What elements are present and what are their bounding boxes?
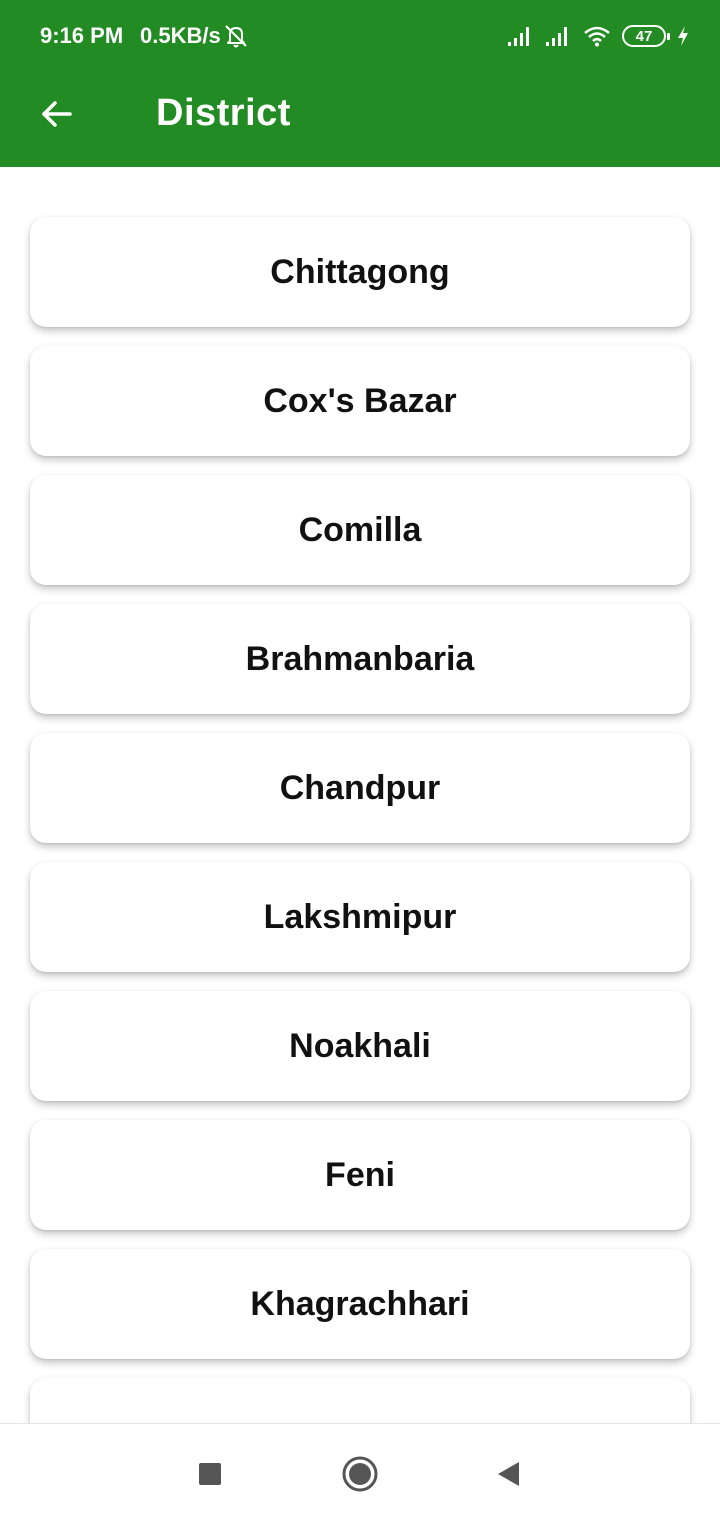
app-bar: District (0, 70, 720, 167)
district-label: Chandpur (279, 768, 441, 807)
district-item-feni[interactable]: Feni (30, 1120, 690, 1230)
home-button[interactable] (338, 1452, 382, 1496)
battery-level: 47 (635, 27, 653, 45)
district-item-chandpur[interactable]: Chandpur (30, 733, 690, 843)
page-title: District (156, 92, 291, 134)
district-item-coxs-bazar[interactable]: Cox's Bazar (30, 346, 690, 456)
district-label: Lakshmipur (263, 897, 457, 936)
district-label: Khagrachhari (250, 1284, 470, 1323)
status-time: 9:16 PM (40, 23, 124, 48)
back-button[interactable] (30, 88, 82, 140)
recents-button[interactable] (188, 1452, 232, 1496)
status-indicators: 47 (506, 22, 690, 50)
signal-icon (508, 27, 529, 46)
district-item-lakshmipur[interactable]: Lakshmipur (30, 862, 690, 972)
wifi-icon (584, 26, 610, 47)
recents-icon (199, 1463, 221, 1485)
district-label: Cox's Bazar (263, 381, 457, 420)
system-back-button[interactable] (486, 1452, 530, 1496)
district-item-partial[interactable] (30, 1378, 690, 1423)
district-label: Brahmanbaria (245, 639, 475, 678)
district-item-khagrachhari[interactable]: Khagrachhari (30, 1249, 690, 1359)
charging-icon (678, 26, 688, 46)
district-label: Noakhali (289, 1026, 431, 1065)
status-bar: 9:16 PM 0.5KB/s 47 (0, 0, 720, 70)
signal-icon (546, 27, 567, 46)
screen: 9:16 PM 0.5KB/s 47 District Chittagong C… (0, 0, 720, 1520)
navigation-bar (0, 1423, 720, 1520)
district-label: Chittagong (270, 252, 450, 291)
home-icon (342, 1456, 378, 1492)
battery-icon: 47 (622, 25, 670, 47)
network-speed: 0.5KB/s (140, 23, 221, 48)
district-item-comilla[interactable]: Comilla (30, 475, 690, 585)
district-label: Comilla (298, 510, 422, 549)
district-label: Feni (325, 1155, 395, 1194)
back-arrow-icon (42, 101, 72, 127)
mute-icon (225, 25, 247, 48)
header: 9:16 PM 0.5KB/s 47 District (0, 0, 720, 167)
district-item-noakhali[interactable]: Noakhali (30, 991, 690, 1101)
back-icon (498, 1462, 519, 1486)
district-item-brahmanbaria[interactable]: Brahmanbaria (30, 604, 690, 714)
district-list[interactable]: Chittagong Cox's Bazar Comilla Brahmanba… (0, 167, 720, 1423)
district-item-chittagong[interactable]: Chittagong (30, 217, 690, 327)
